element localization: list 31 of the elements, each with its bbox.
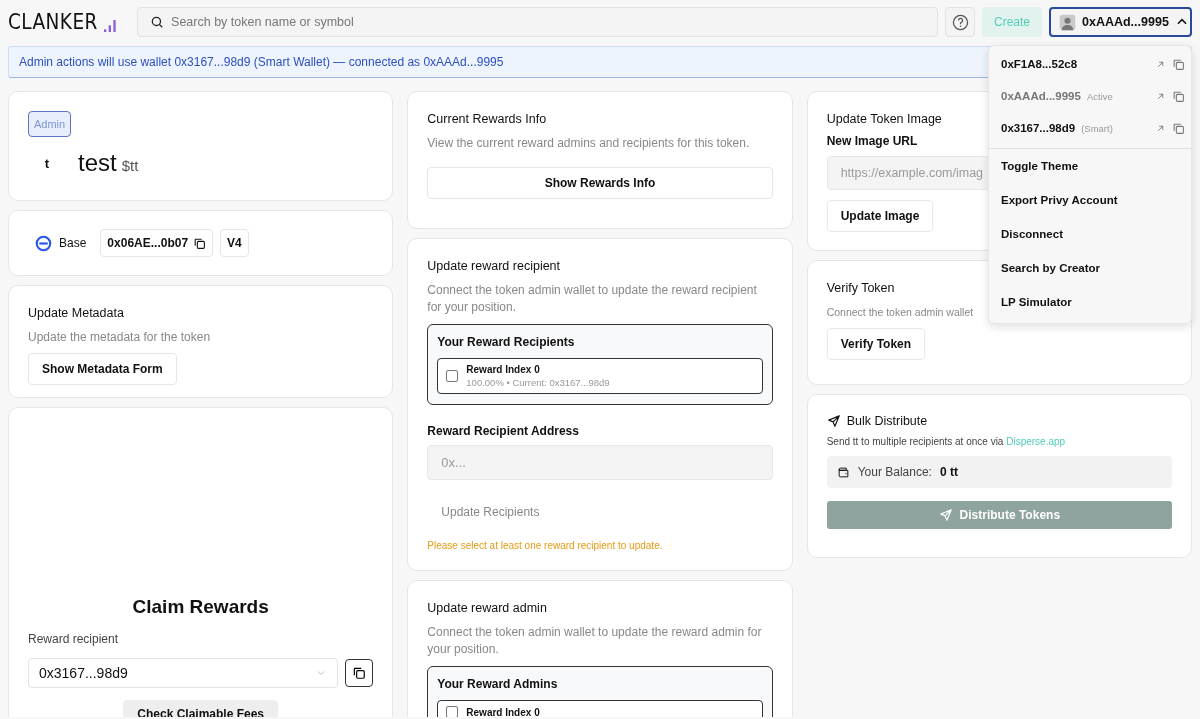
list-title: Your Reward Recipients	[437, 335, 576, 349]
card-title: Update reward admin	[427, 601, 548, 615]
token-name: test	[78, 149, 117, 177]
token-symbol: $tt	[121, 157, 139, 174]
card-title: Current Rewards Info	[427, 112, 548, 126]
card-title: Update Token Image	[826, 112, 943, 126]
admin-badge: Admin	[28, 111, 72, 137]
list-title: Your Reward Admins	[437, 677, 559, 691]
option-detail: 100.00% • Current: 0x3167...98d9	[466, 377, 610, 388]
card-title: Bulk Distribute	[846, 414, 928, 428]
balance-value: 0 tt	[939, 465, 958, 479]
option-label: Reward Index 0	[466, 364, 541, 375]
chain-name: Base	[59, 236, 87, 250]
card-description: View the current reward admins and recipients for this token.	[427, 135, 751, 152]
balance-label: Your Balance:	[857, 465, 932, 479]
card-description: Connect the token admin wallet to update the reward admin for your position.	[427, 624, 763, 658]
card-heading: Claim Rewards	[131, 596, 270, 618]
field-label: New Image URL	[826, 134, 919, 148]
card-description: Connect the token admin wallet to update the reward recipient for your position.	[427, 282, 758, 316]
card-title: Verify Token	[826, 281, 896, 295]
card-description: Update the metadata for the token	[28, 329, 212, 346]
token-avatar: t	[43, 155, 51, 171]
version-tag: V4	[220, 229, 249, 257]
card-title: Update Metadata	[28, 306, 125, 320]
field-label: Reward recipient	[28, 632, 120, 646]
field-label: Reward Recipient Address	[427, 424, 580, 438]
card-description: Connect the token admin wallet	[826, 305, 975, 320]
warning-text: Please select at least one reward recipient to update.	[427, 540, 664, 551]
card-description: Send tt to multiple recipients at once via Disperse.app	[826, 436, 1067, 447]
card-title: Update reward recipient	[427, 259, 562, 273]
option-label: Reward Index 0	[466, 706, 540, 717]
